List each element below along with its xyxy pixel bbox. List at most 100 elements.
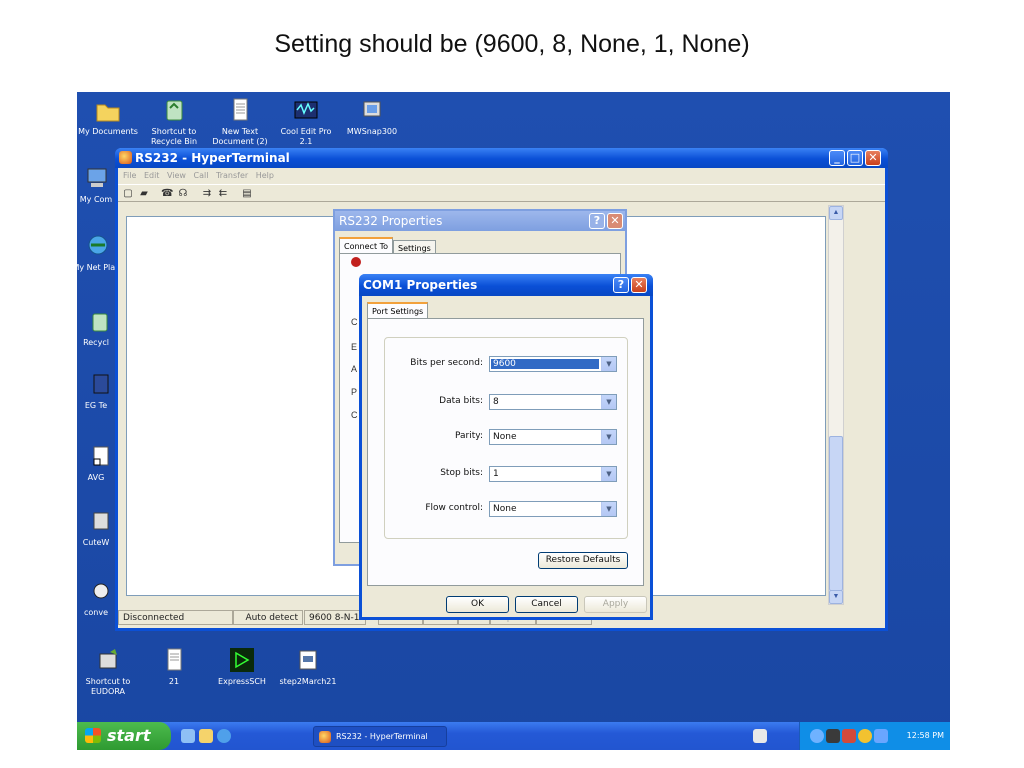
menu-view[interactable]: View bbox=[167, 171, 186, 180]
desktop-icon-shortcut-eudora[interactable]: Shortcut to EUDORA bbox=[77, 646, 139, 697]
desktop-icon-label: Cool Edit Pro 2.1 bbox=[280, 127, 332, 146]
quick-launch-folder-icon[interactable] bbox=[199, 729, 213, 743]
menu-bar: File Edit View Call Transfer Help bbox=[118, 168, 885, 183]
status-settings: 9600 8-N-1 bbox=[304, 610, 366, 625]
restore-defaults-button[interactable]: Restore Defaults bbox=[538, 552, 628, 569]
close-button[interactable]: ✕ bbox=[865, 150, 881, 166]
window-title: RS232 - HyperTerminal bbox=[135, 151, 290, 165]
taskbar-item-label: RS232 - HyperTerminal bbox=[336, 732, 428, 741]
desktop-icon-my-documents[interactable]: My Documents bbox=[77, 96, 139, 137]
port-settings-group: Bits per second: 9600 ▼ Data bits: 8 ▼ P… bbox=[384, 337, 628, 539]
minimize-button[interactable]: _ bbox=[829, 150, 845, 166]
help-tray-icon[interactable] bbox=[753, 729, 767, 743]
field-label: Stop bits: bbox=[440, 468, 483, 478]
desktop-icon-label: ExpressSCH bbox=[218, 677, 266, 686]
desktop-icon-shortcut-recycle-bin[interactable]: Shortcut to Recycle Bin bbox=[143, 96, 205, 147]
dialog-title: COM1 Properties bbox=[363, 278, 478, 292]
tray-connection-icon[interactable] bbox=[874, 729, 888, 743]
network-globe-icon bbox=[82, 232, 110, 260]
tab-settings[interactable]: Settings bbox=[393, 240, 436, 253]
stop-bits-select[interactable]: 1 ▼ bbox=[489, 466, 617, 482]
scroll-up-icon[interactable]: ▲ bbox=[829, 206, 843, 220]
taskbar-item-hyperterminal[interactable]: RS232 - HyperTerminal bbox=[313, 726, 447, 747]
hyperterminal-app-icon bbox=[119, 151, 132, 164]
quick-launch-media-icon[interactable] bbox=[181, 729, 195, 743]
tab-connect-to[interactable]: Connect To bbox=[339, 237, 394, 253]
parity-select[interactable]: None ▼ bbox=[489, 429, 617, 445]
field-label: Bits per second: bbox=[410, 358, 483, 368]
select-value: None bbox=[493, 432, 517, 442]
scroll-thumb[interactable] bbox=[829, 436, 843, 591]
new-file-icon[interactable]: ▢ bbox=[122, 188, 134, 199]
menu-transfer[interactable]: Transfer bbox=[216, 171, 248, 180]
schematic-app-icon bbox=[228, 646, 256, 674]
desktop[interactable]: My Documents Shortcut to Recycle Bin New… bbox=[77, 92, 950, 750]
cancel-button[interactable]: Cancel bbox=[515, 596, 578, 613]
desktop-icon-cool-edit-pro[interactable]: Cool Edit Pro 2.1 bbox=[275, 96, 337, 147]
help-button[interactable]: ? bbox=[613, 277, 629, 293]
close-button[interactable]: ✕ bbox=[631, 277, 647, 293]
receive-file-icon[interactable]: ⇇ bbox=[217, 188, 229, 199]
desktop-icon-mwsnap300[interactable]: MWSnap300 bbox=[341, 96, 403, 137]
hyperterminal-titlebar[interactable]: RS232 - HyperTerminal _ □ ✕ bbox=[115, 148, 888, 168]
desktop-icon-step2march21[interactable]: step2March21 bbox=[277, 646, 339, 687]
quick-launch-browser-icon[interactable] bbox=[217, 729, 231, 743]
tab-port-settings[interactable]: Port Settings bbox=[367, 302, 429, 318]
desktop-icon-file-21[interactable]: 21 bbox=[143, 646, 205, 687]
select-value: 8 bbox=[493, 397, 499, 407]
open-folder-icon[interactable]: ▰ bbox=[138, 188, 150, 199]
system-tray: 12:58 PM bbox=[799, 722, 950, 750]
vertical-scrollbar[interactable]: ▲ ▼ bbox=[828, 205, 844, 605]
com1-properties-dialog[interactable]: COM1 Properties ? ✕ Port Settings Bits p… bbox=[359, 274, 653, 620]
select-value: 1 bbox=[493, 469, 499, 479]
tray-antivirus-icon[interactable] bbox=[842, 729, 856, 743]
close-button[interactable]: ✕ bbox=[607, 213, 623, 229]
shortcut-icon bbox=[82, 442, 110, 470]
ftp-app-icon bbox=[82, 507, 110, 535]
desktop-icon-new-text-document[interactable]: New Text Document (2) bbox=[209, 96, 271, 147]
desktop-icon-label: Shortcut to EUDORA bbox=[85, 677, 131, 696]
send-file-icon[interactable]: ⇉ bbox=[201, 188, 213, 199]
status-connection: Disconnected bbox=[118, 610, 233, 625]
field-label: Flow control: bbox=[425, 503, 483, 513]
maximize-button[interactable]: □ bbox=[847, 150, 863, 166]
scroll-down-icon[interactable]: ▼ bbox=[829, 590, 843, 604]
desktop-icon-expresssch[interactable]: ExpressSCH bbox=[211, 646, 273, 687]
menu-help[interactable]: Help bbox=[256, 171, 274, 180]
chevron-down-icon[interactable]: ▼ bbox=[601, 357, 616, 371]
select-value: 9600 bbox=[491, 359, 599, 369]
bits-per-second-select[interactable]: 9600 ▼ bbox=[489, 356, 617, 372]
com1-titlebar[interactable]: COM1 Properties ? ✕ bbox=[359, 274, 653, 296]
properties-icon[interactable]: ▤ bbox=[241, 188, 253, 199]
field-flow-control: Flow control: None ▼ bbox=[385, 501, 629, 517]
tray-arrow-icon[interactable] bbox=[810, 729, 824, 743]
chevron-down-icon[interactable]: ▼ bbox=[601, 502, 616, 516]
chevron-down-icon[interactable]: ▼ bbox=[601, 430, 616, 444]
rs232-titlebar[interactable]: RS232 Properties ? ✕ bbox=[335, 211, 625, 231]
data-bits-select[interactable]: 8 ▼ bbox=[489, 394, 617, 410]
chevron-down-icon[interactable]: ▼ bbox=[601, 467, 616, 481]
disconnect-icon[interactable]: ☊ bbox=[177, 188, 189, 199]
text-document-icon bbox=[226, 96, 254, 124]
tray-network-icon[interactable] bbox=[826, 729, 840, 743]
chevron-down-icon[interactable]: ▼ bbox=[601, 395, 616, 409]
connection-icon bbox=[351, 257, 361, 267]
desktop-icon-label: My Documents bbox=[78, 127, 138, 136]
field-label-peek: E bbox=[351, 342, 358, 352]
apply-button[interactable]: Apply bbox=[584, 596, 647, 613]
status-detect: Auto detect bbox=[233, 610, 303, 625]
desktop-icon-label: Shortcut to Recycle Bin bbox=[150, 127, 198, 146]
clock[interactable]: 12:58 PM bbox=[907, 731, 944, 740]
menu-edit[interactable]: Edit bbox=[144, 171, 160, 180]
flow-control-select[interactable]: None ▼ bbox=[489, 501, 617, 517]
dial-phone-icon[interactable]: ☎ bbox=[161, 188, 173, 199]
field-bits-per-second: Bits per second: 9600 ▼ bbox=[385, 356, 629, 372]
start-button[interactable]: start bbox=[77, 722, 171, 750]
help-button[interactable]: ? bbox=[589, 213, 605, 229]
ok-button[interactable]: OK bbox=[446, 596, 509, 613]
menu-call[interactable]: Call bbox=[194, 171, 209, 180]
field-label: Parity: bbox=[455, 431, 483, 441]
tray-security-icon[interactable] bbox=[858, 729, 872, 743]
port-settings-panel: Bits per second: 9600 ▼ Data bits: 8 ▼ P… bbox=[367, 318, 644, 586]
menu-file[interactable]: File bbox=[123, 171, 136, 180]
